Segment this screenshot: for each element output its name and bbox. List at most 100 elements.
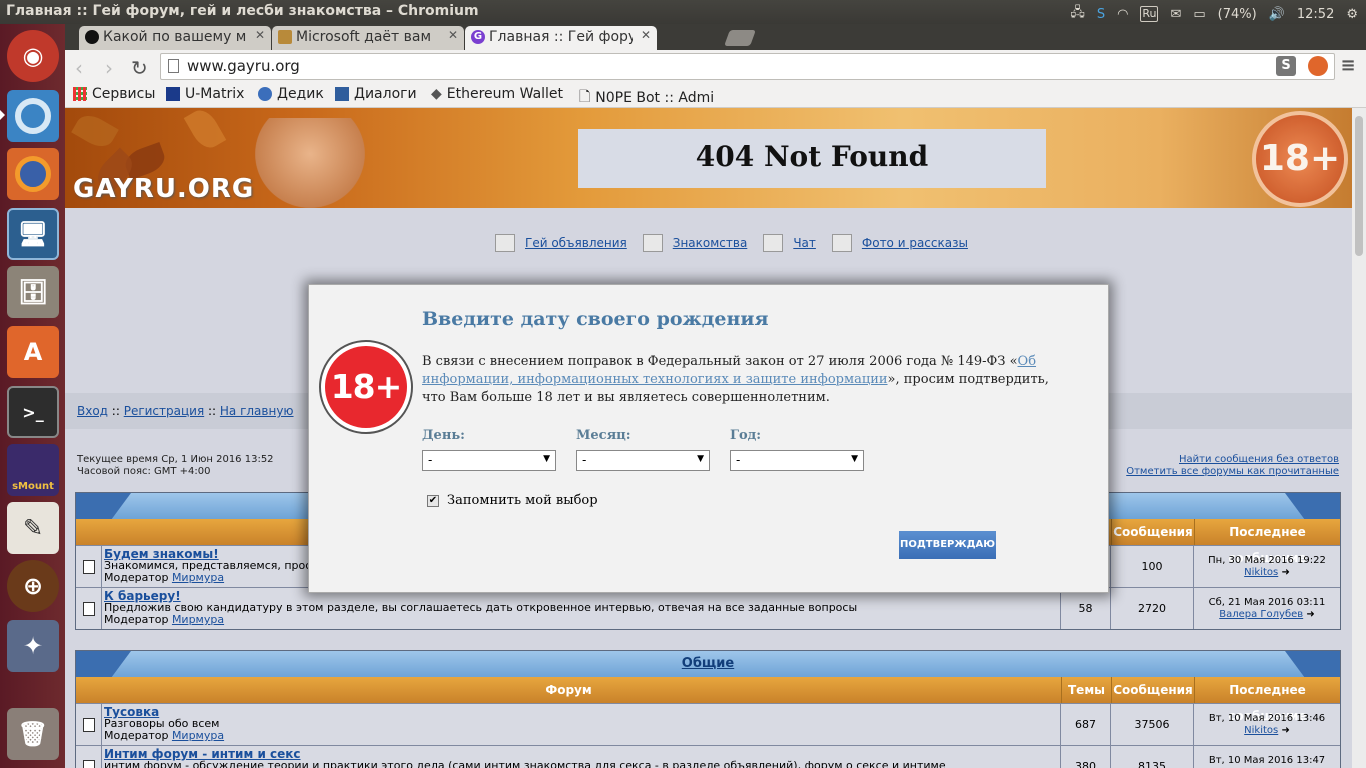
tab-1[interactable]: Microsoft даёт вам ✕ (272, 26, 464, 50)
dropdown-arrow-icon: ▼ (543, 454, 550, 464)
skype-icon[interactable]: S (1097, 7, 1105, 22)
trash-icon[interactable]: 🗑 (7, 708, 59, 760)
last-post-date: Пн, 30 Мая 2016 19:22 (1208, 555, 1326, 566)
col-forum: Форум (545, 683, 592, 697)
nav-ads-label[interactable]: Гей объявления (525, 236, 627, 250)
keyboard-layout-indicator[interactable]: Ru (1140, 6, 1159, 22)
bookmark-dialogs[interactable]: Диалоги (335, 86, 417, 102)
forum-icon (76, 704, 102, 745)
current-time: Текущее время Ср, 1 Июн 2016 13:52 (77, 454, 274, 465)
page-icon: 🗋 (579, 89, 591, 105)
close-tab-icon[interactable]: ✕ (448, 28, 458, 42)
month-select[interactable]: - ▼ (576, 450, 710, 471)
mark-read-link[interactable]: Отметить все форумы как прочитанные (1126, 466, 1339, 478)
tab-2[interactable]: G Главная :: Гей форум ✕ (465, 26, 657, 50)
remember-checkbox[interactable]: ✔ (427, 494, 439, 507)
scrollbar-thumb[interactable] (1355, 116, 1363, 256)
counter-strike-icon[interactable]: ✦ (7, 620, 59, 672)
nav-chat[interactable]: Чат (763, 234, 816, 252)
category-title[interactable]: Общие (682, 656, 734, 671)
tab-label: Какой по вашему м (103, 29, 247, 45)
nav-ads[interactable]: Гей объявления (495, 234, 627, 252)
nav-chat-label[interactable]: Чат (793, 236, 816, 250)
posts-count: 100 (1111, 546, 1194, 587)
clock[interactable]: 12:52 (1297, 7, 1334, 22)
active-app-indicator (0, 110, 5, 120)
moderator-link[interactable]: Мирмура (172, 613, 224, 626)
network-share-icon[interactable]: 🖧 (1070, 3, 1085, 25)
remote-desktop-icon[interactable]: 🖥 (7, 208, 59, 260)
home-link[interactable]: На главную (220, 404, 294, 418)
bookmark-services[interactable]: Сервисы (73, 86, 155, 102)
reload-icon[interactable]: ↻ (131, 56, 148, 80)
last-post-user[interactable]: Nikitos (1244, 567, 1278, 578)
close-tab-icon[interactable]: ✕ (641, 28, 651, 42)
timezone: Часовой пояс: GMT +4:00 (77, 466, 211, 477)
close-tab-icon[interactable]: ✕ (255, 28, 265, 42)
crosshair-game-icon[interactable]: ⊕ (7, 560, 59, 612)
back-arrow-icon[interactable]: ‹ (75, 56, 83, 80)
moderator-link[interactable]: Мирмура (172, 571, 224, 584)
text-editor-icon[interactable]: ✎ (7, 502, 59, 554)
mail-icon[interactable]: ✉ (1170, 7, 1181, 22)
day-value: - (428, 453, 433, 467)
files-icon[interactable]: 🗄 (7, 266, 59, 318)
software-center-icon[interactable]: A (7, 326, 59, 378)
last-post-user[interactable]: Nikitos (1244, 725, 1278, 736)
nav-photos[interactable]: Фото и рассказы (831, 234, 968, 252)
goto-post-icon[interactable]: ➜ (1306, 609, 1314, 620)
confirm-button[interactable]: ПОДТВЕРЖДАЮ (899, 531, 996, 559)
bookmark-nope-bot[interactable]: 🗋 N0PE Bot :: Admi (579, 86, 714, 110)
last-post-user[interactable]: Валера Голубев (1219, 609, 1303, 620)
forum-actions: Найти сообщения без ответов Отметить все… (1126, 454, 1339, 478)
chromium-icon[interactable] (7, 90, 59, 142)
new-tab-button[interactable] (724, 30, 756, 46)
bookmark-umatrix[interactable]: U-Matrix (166, 86, 244, 102)
wifi-icon[interactable]: ◠ (1117, 7, 1128, 22)
unity-launcher: ◉ 🖥 🗄 A >_ sMount ✎ ⊕ ✦ 🗑 (0, 24, 65, 768)
broken-image-icon (831, 234, 852, 252)
bookmark-label: Ethereum Wallet (446, 86, 564, 102)
age-badge-icon: 18+ (1252, 111, 1348, 207)
bookmark-ethereum[interactable]: ◆ Ethereum Wallet (431, 86, 563, 102)
page-scrollbar[interactable] (1352, 108, 1366, 768)
firefox-extension-icon[interactable] (1308, 56, 1328, 76)
bookmark-dedik[interactable]: Дедик (258, 86, 324, 102)
register-link[interactable]: Регистрация (124, 404, 204, 418)
nav-dating-label[interactable]: Знакомства (673, 236, 748, 250)
moderator-link[interactable]: Мирмура (172, 729, 224, 742)
battery-icon[interactable]: ▭ (1193, 7, 1205, 22)
bookmark-label: Дедик (277, 86, 324, 102)
menu-icon[interactable]: ≡ (1338, 56, 1358, 76)
unanswered-link[interactable]: Найти сообщения без ответов (1126, 454, 1339, 466)
login-link[interactable]: Вход (77, 404, 108, 418)
day-select[interactable]: - ▼ (422, 450, 556, 471)
remember-choice[interactable]: ✔ Запомнить мой выбор (427, 493, 598, 508)
smount-label: sMount (12, 481, 54, 492)
address-bar[interactable]: www.gayru.org ☆ (160, 53, 1335, 80)
window-title: Главная :: Гей форум, гей и лесби знаком… (6, 3, 479, 19)
category-header: Общие (76, 651, 1340, 677)
ubuntu-dash-icon[interactable]: ◉ (7, 30, 59, 82)
forward-arrow-icon[interactable]: › (105, 56, 113, 80)
year-select[interactable]: - ▼ (730, 450, 864, 471)
forum-name[interactable]: Тусовка (104, 706, 1060, 718)
nav-photos-label[interactable]: Фото и рассказы (862, 236, 968, 250)
site-logo[interactable]: GAYRU.ORG (73, 174, 254, 204)
goto-post-icon[interactable]: ➜ (1281, 567, 1289, 578)
last-post-date: Сб, 21 Мая 2016 03:11 (1208, 597, 1326, 608)
tab-0[interactable]: Какой по вашему м ✕ (79, 26, 271, 50)
nav-dating[interactable]: Знакомства (642, 234, 748, 252)
s-extension-icon[interactable]: S (1276, 56, 1296, 76)
firefox-icon[interactable] (7, 148, 59, 200)
ethereum-icon: ◆ (431, 86, 442, 102)
age-verification-modal: 18+ Введите дату своего рождения В связи… (308, 284, 1109, 593)
terminal-icon[interactable]: >_ (7, 386, 59, 438)
forum-desc: Предложив свою кандидатуру в этом раздел… (104, 601, 858, 614)
posts-count: 37506 (1111, 704, 1194, 745)
battery-percent: (74%) (1217, 6, 1257, 22)
volume-icon[interactable]: 🔊 (1269, 7, 1285, 22)
smount-icon[interactable]: sMount (7, 444, 59, 496)
settings-gear-icon[interactable]: ⚙ (1346, 7, 1358, 22)
goto-post-icon[interactable]: ➜ (1281, 725, 1289, 736)
